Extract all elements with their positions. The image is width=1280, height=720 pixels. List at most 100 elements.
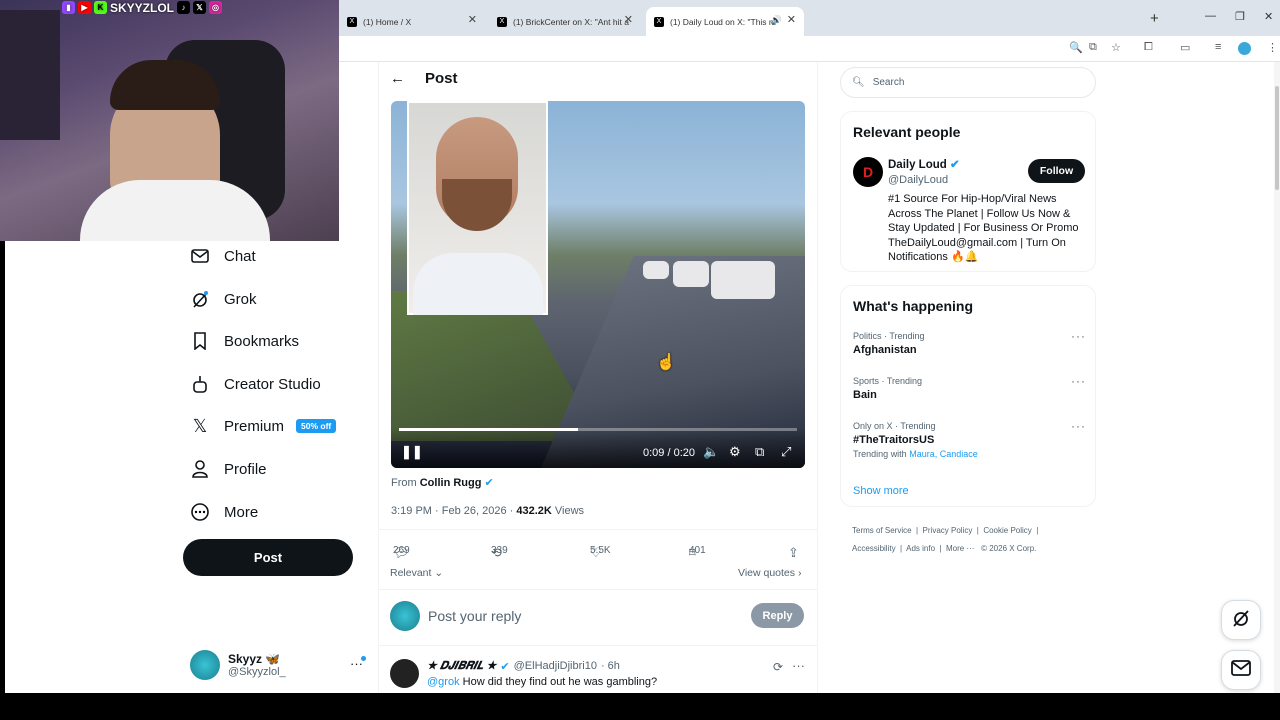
post-meta: 3:19 PM · Feb 26, 2026 · 432.2K Views (391, 505, 585, 517)
grok-fab-button[interactable] (1221, 600, 1261, 640)
bottom-black-bar (0, 693, 1280, 720)
view-quotes-link[interactable]: View quotes › (738, 567, 801, 579)
sidebar-item-profile[interactable]: Profile (190, 459, 267, 479)
video-time: 0:09 / 0:20 (643, 447, 695, 459)
grok-icon (190, 289, 210, 309)
close-tab-icon[interactable]: ✕ (787, 13, 796, 26)
extensions-icon[interactable]: ⧠ (1144, 41, 1153, 54)
pause-icon[interactable]: ❚❚ (401, 444, 423, 460)
tab-home[interactable]: X (1) Home / X ✕ (339, 7, 485, 36)
follow-button[interactable]: Follow (1028, 159, 1085, 183)
social-handle-bar: ▮ ▶ K SKYYZLOL ♪ 𝕏 ◎ (62, 0, 223, 15)
avatar (390, 601, 420, 631)
post-actions: 💬︎ 269 ⟲ 339 ♡ 5.5K ⌑ 401 ⇪ (393, 545, 799, 560)
sort-replies-dropdown[interactable]: Relevant ⌄ (390, 567, 443, 579)
youtube-icon: ▶ (78, 1, 91, 14)
sidebar-item-grok[interactable]: Grok (190, 289, 257, 309)
restore-icon[interactable]: ❐ (1235, 10, 1245, 23)
video-progress-bar[interactable] (399, 428, 797, 431)
page-scrollbar[interactable] (1274, 62, 1280, 693)
close-tab-icon[interactable]: ✕ (624, 13, 633, 26)
star-icon[interactable]: ☆ (1111, 41, 1121, 54)
trend-more-icon[interactable]: ··· (1071, 329, 1086, 343)
trend-more-icon[interactable]: ··· (1071, 419, 1086, 433)
trend-item[interactable]: Sports · Trending Bain (853, 376, 922, 401)
video-car-image (711, 261, 775, 299)
show-more-link[interactable]: Show more (853, 485, 909, 497)
avatar (190, 650, 220, 680)
search-input[interactable]: 🔍︎ Search (840, 67, 1096, 98)
avatar[interactable]: D (853, 157, 883, 187)
back-arrow-icon[interactable]: ← (390, 70, 405, 87)
minimize-icon[interactable]: — (1205, 10, 1216, 22)
kick-icon: K (94, 1, 107, 14)
chevron-down-icon: ⌄ (434, 567, 444, 579)
speaker-icon[interactable]: 🔊 (771, 15, 782, 26)
new-tab-button[interactable]: + (1150, 10, 1159, 27)
chevron-right-icon: › (797, 567, 802, 579)
streamer-handle: SKYYZLOL (110, 0, 175, 15)
volume-icon[interactable]: 🔈 (703, 444, 719, 460)
instagram-icon: ◎ (209, 1, 223, 14)
settings-gear-icon[interactable]: ⚙ (729, 444, 741, 460)
bookmark-icon (190, 331, 210, 351)
sidebar-item-bookmarks[interactable]: Bookmarks (190, 331, 299, 351)
verified-badge-icon: ✔ (484, 477, 494, 489)
video-car-image (643, 261, 669, 279)
streamer-shirt-image (80, 180, 270, 241)
video-player[interactable]: ❚❚ 0:09 / 0:20 🔈 ⚙ ⧉ ⤢ (391, 101, 805, 468)
fullscreen-icon[interactable]: ⤢ (781, 444, 791, 460)
wall-jersey-image (0, 10, 60, 140)
profile-avatar-icon[interactable] (1238, 42, 1251, 55)
sidebar-item-creator-studio[interactable]: Creator Studio (190, 374, 321, 394)
list-item[interactable]: ★ 𝑫𝑱𝑰𝑩𝑹𝑰𝑳 ★ ✔ @ElHadjiDjibri10 · 6h @gro… (390, 659, 657, 688)
sidebar-item-premium[interactable]: 𝕏 Premium 50% off (190, 415, 337, 436)
close-tab-icon[interactable]: ✕ (468, 13, 477, 26)
x-favicon-icon: X (654, 16, 664, 27)
source-author-link[interactable]: Collin Rugg (420, 477, 482, 489)
footer-links: Accessibility | Ads info | More ··· © 20… (852, 544, 1037, 553)
screen: X (1) Home / X ✕ X (1) BrickCenter on X:… (0, 0, 1280, 720)
tab-brickcenter[interactable]: X (1) BrickCenter on X: "Ant hit a ✕ (489, 7, 641, 36)
person-icon (190, 459, 210, 479)
tab-daily-loud[interactable]: X (1) Daily Loud on X: "This m 🔊 ✕ (646, 7, 804, 36)
video-controls (391, 428, 805, 468)
footer-links: Terms of Service | Privacy Policy | Cook… (852, 526, 1039, 535)
grok-icon (1231, 608, 1251, 633)
notification-dot (361, 656, 366, 661)
x-logo-icon: 𝕏 (192, 415, 208, 436)
account-switcher[interactable]: Skyyz 🦋 @Skyyzlol_ (190, 650, 286, 680)
reply-composer: Post your reply (390, 601, 521, 631)
menu-kebab-icon[interactable]: ⋮ (1267, 41, 1278, 54)
close-window-icon[interactable]: ✕ (1264, 10, 1273, 23)
sidebar-item-chat[interactable]: Chat (190, 246, 256, 266)
install-app-icon[interactable]: ⧉ (1089, 41, 1097, 54)
browser-tab-strip: X (1) Home / X ✕ X (1) BrickCenter on X:… (339, 0, 1280, 36)
trend-item[interactable]: Only on X · Trending #TheTraitorsUS Tren… (853, 421, 978, 459)
trend-more-icon[interactable]: ··· (1071, 374, 1086, 388)
post-button[interactable]: Post (183, 539, 353, 576)
verified-badge-icon: ✔ (500, 660, 510, 673)
twitch-icon: ▮ (62, 1, 75, 14)
media-icon[interactable]: ≡ (1215, 41, 1221, 53)
grok-icon[interactable]: ⟳ (773, 660, 783, 674)
mention-link[interactable]: @grok (427, 676, 460, 688)
reply-button[interactable]: Reply (751, 603, 804, 628)
trend-item[interactable]: Politics · Trending Afghanistan (853, 331, 925, 356)
reply-input[interactable]: Post your reply (428, 608, 521, 624)
mail-icon (1231, 659, 1251, 681)
verified-badge-icon: ✔ (949, 159, 960, 171)
page-title: Post (425, 70, 458, 87)
creator-studio-icon (190, 374, 210, 394)
sidebar-item-more[interactable]: More (190, 502, 258, 522)
comment-more-icon[interactable]: ··· (792, 658, 805, 673)
picture-in-picture-icon[interactable]: ⧉ (755, 444, 764, 460)
video-car-image (673, 261, 709, 287)
whats-happening-card: What's happening Politics · Trending Afg… (840, 285, 1096, 507)
mouse-cursor-icon: ☝ (656, 354, 676, 371)
zoom-icon[interactable]: 🔍 (1069, 41, 1083, 54)
messages-fab-button[interactable] (1221, 650, 1261, 690)
discount-badge: 50% off (296, 419, 337, 433)
cast-icon[interactable]: ▭ (1180, 41, 1190, 54)
streamer-hair-image (110, 60, 220, 110)
